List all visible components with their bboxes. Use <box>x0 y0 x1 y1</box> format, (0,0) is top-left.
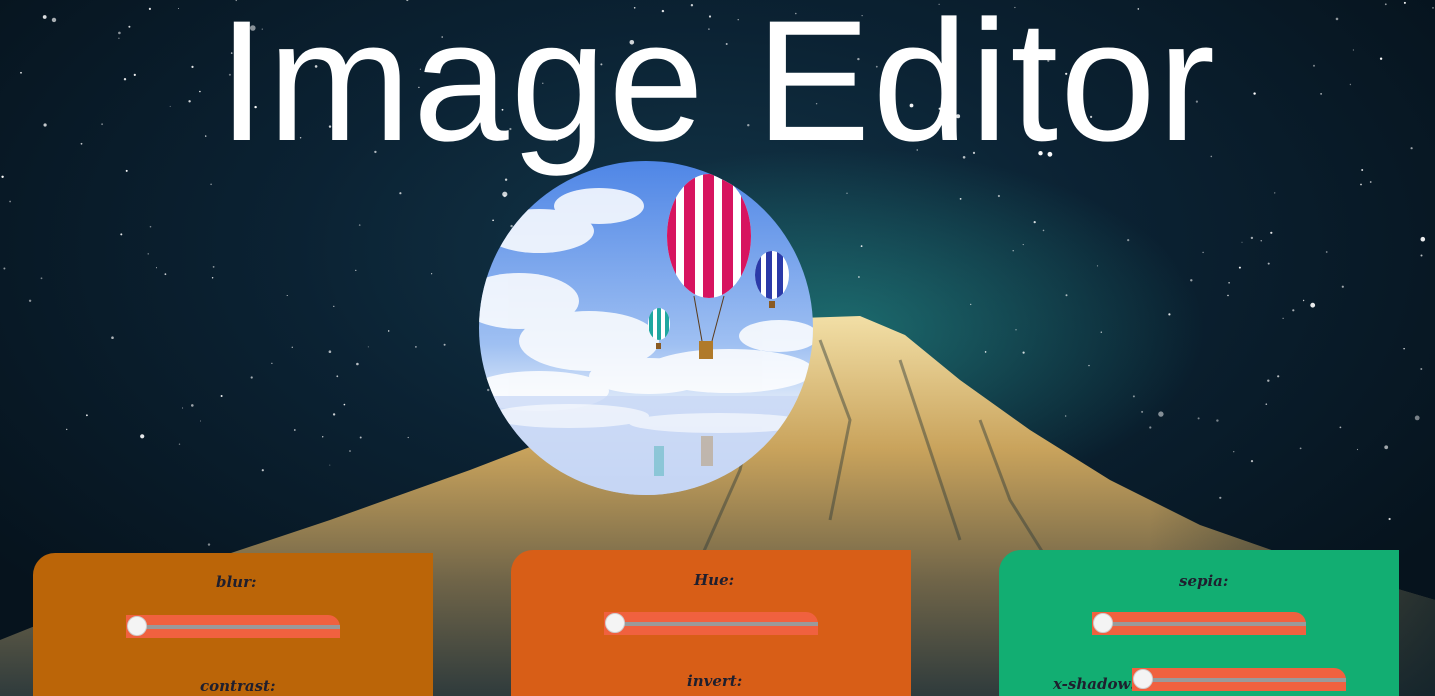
hot-air-balloon-icon <box>479 161 813 495</box>
blur-contrast-panel: blur: contrast: <box>33 553 433 696</box>
blur-slider[interactable] <box>126 615 340 638</box>
contrast-label: contrast: <box>200 677 276 695</box>
sepia-label: sepia: <box>1179 572 1229 590</box>
slider-track <box>134 625 340 629</box>
slider-track <box>1140 678 1346 682</box>
sepia-shadow-panel: sepia: x-shadow: <box>999 550 1399 696</box>
hue-slider[interactable] <box>604 612 818 635</box>
slider-track <box>612 622 818 626</box>
slider-thumb[interactable] <box>127 616 147 636</box>
x-shadow-label: x-shadow: <box>1053 675 1136 693</box>
page-title: Image Editor <box>217 0 1218 177</box>
slider-thumb[interactable] <box>605 613 625 633</box>
slider-thumb[interactable] <box>1093 613 1113 633</box>
invert-label: invert: <box>687 672 743 690</box>
hue-label: Hue: <box>694 571 735 589</box>
sepia-slider[interactable] <box>1092 612 1306 635</box>
preview-image <box>479 161 813 495</box>
slider-track <box>1100 622 1306 626</box>
app-background: Image Editor blur: contrast: Hue: invert… <box>0 0 1435 696</box>
blur-label: blur: <box>216 573 257 591</box>
slider-thumb[interactable] <box>1133 669 1153 689</box>
hue-invert-panel: Hue: invert: <box>511 550 911 696</box>
x-shadow-slider[interactable] <box>1132 668 1346 691</box>
